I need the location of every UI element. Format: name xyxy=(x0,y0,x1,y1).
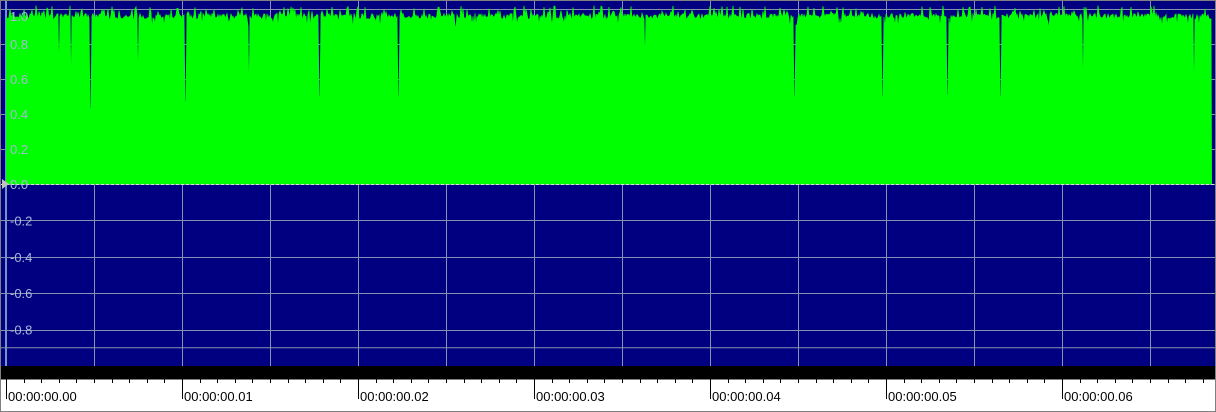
y-tick-label: 0.4 xyxy=(10,107,28,122)
y-tick-label: -0.2 xyxy=(10,213,32,228)
y-tick-label: 0.8 xyxy=(10,37,28,52)
y-tick-label: 0.0 xyxy=(10,177,28,192)
y-tick-label: -0.6 xyxy=(10,286,32,301)
x-tick-label: 00:00:00.05 xyxy=(888,389,957,404)
x-tick-label: 00:00:00.00 xyxy=(8,389,77,404)
y-tick-label: 0.6 xyxy=(10,72,28,87)
x-tick-label: 00:00:00.02 xyxy=(360,389,429,404)
time-ruler-svg: 00:00:00.00 00:00:00.01 00:00:00.02 00:00:0… xyxy=(1,379,1215,404)
y-tick-label: -0.8 xyxy=(10,323,32,338)
y-tick-label: 1.0 xyxy=(10,9,28,24)
x-tick-label: 00:00:00.04 xyxy=(712,389,781,404)
waveform-plot-svg[interactable]: 1.0 0.8 0.6 0.4 0.2 0.0 -0.2 -0.4 -0.6 -0.8 xyxy=(1,1,1215,366)
scrollbar-track[interactable] xyxy=(1,366,1215,379)
waveform-plot[interactable]: 1.0 0.8 0.6 0.4 0.2 0.0 -0.2 -0.4 -0.6 -0.8 xyxy=(1,1,1215,366)
y-tick-label: -0.4 xyxy=(10,250,32,265)
x-tick-label: 00:00:00.06 xyxy=(1064,389,1133,404)
time-ruler[interactable]: 00:00:00.00 00:00:00.01 00:00:00.02 00:00:0… xyxy=(1,379,1215,411)
waveform-series xyxy=(5,5,1213,185)
x-tick-label: 00:00:00.01 xyxy=(184,389,253,404)
waveform-view[interactable]: 1.0 0.8 0.6 0.4 0.2 0.0 -0.2 -0.4 -0.6 -0.8 00:00… xyxy=(0,0,1216,412)
y-tick-label: 0.2 xyxy=(10,142,28,157)
x-tick-label: 00:00:00.03 xyxy=(536,389,605,404)
